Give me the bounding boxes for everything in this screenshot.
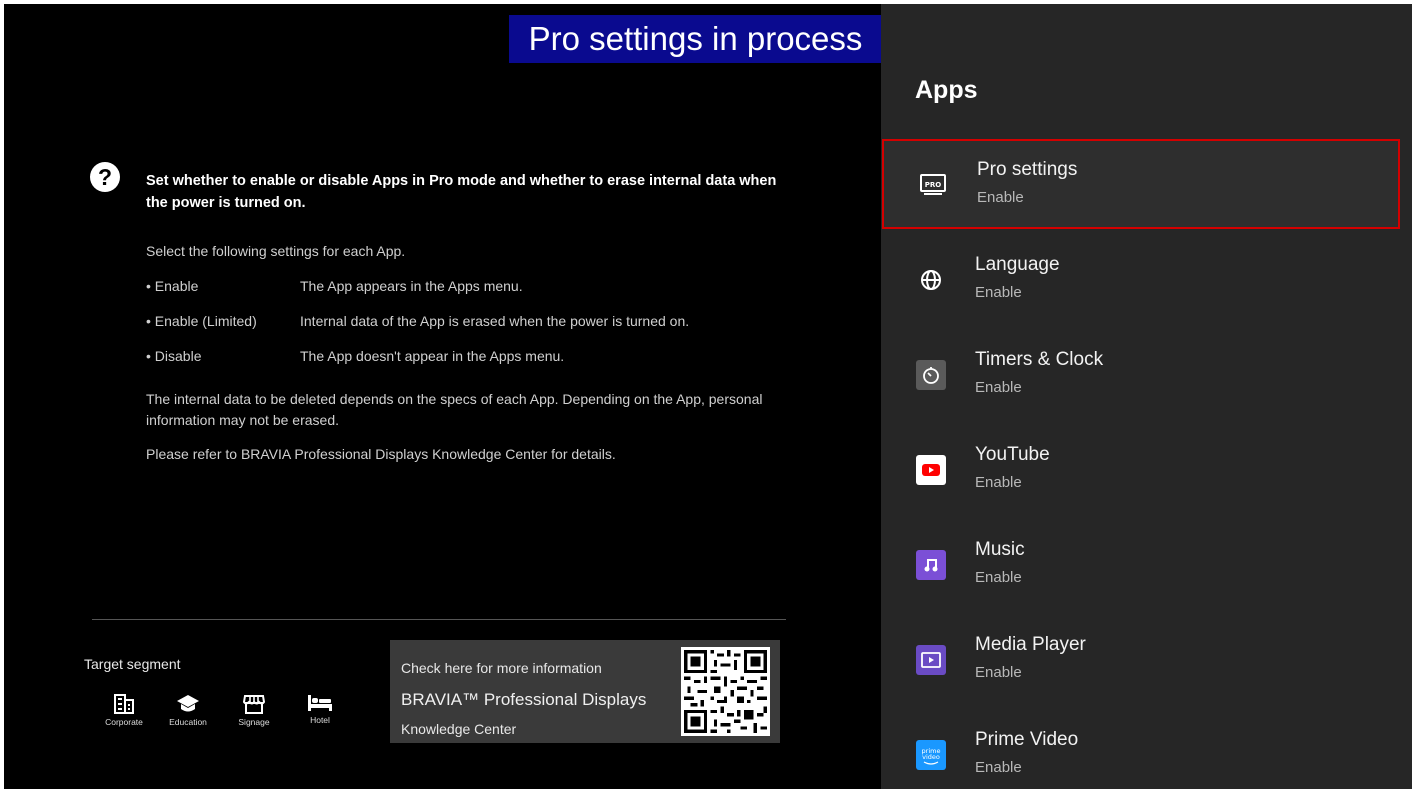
segment-hotel: Hotel (287, 694, 353, 725)
menu-item-name: Music (975, 539, 1025, 560)
info-subtitle: Knowledge Center (401, 721, 517, 737)
menu-item-name: YouTube (975, 444, 1050, 465)
menu-item-status: Enable (975, 284, 1022, 301)
option-row: • Enable (Limited) Internal data of the … (146, 313, 689, 329)
info-line: Check here for more information (401, 660, 602, 676)
menu-item-status: Enable (975, 474, 1022, 491)
qr-code-icon (681, 647, 770, 736)
media-player-icon (916, 645, 946, 675)
segment-label: Corporate (105, 717, 143, 727)
building-icon (114, 694, 134, 714)
menu-item-status: Enable (975, 664, 1022, 681)
option-key: • Disable (146, 348, 202, 364)
menu-item-status: Enable (975, 759, 1022, 776)
segment-label: Education (169, 717, 207, 727)
menu-item-status: Enable (977, 189, 1024, 206)
music-icon (916, 550, 946, 580)
option-desc: Internal data of the App is erased when … (300, 313, 690, 329)
question-icon: ? (90, 162, 120, 192)
segment-label: Hotel (310, 715, 330, 725)
menu-item-pro-settings[interactable]: PRO Pro settings Enable (882, 139, 1400, 229)
menu-item-name: Language (975, 254, 1060, 275)
info-title: BRAVIA™ Professional Displays (401, 690, 647, 709)
youtube-icon (916, 455, 946, 485)
help-note-data: The internal data to be deleted depends … (146, 391, 763, 428)
segment-corporate: Corporate (91, 694, 157, 727)
menu-item-language[interactable]: Language Enable (881, 234, 1412, 324)
option-row: • Enable The App appears in the Apps men… (146, 278, 523, 294)
menu-item-prime-video[interactable]: prime video Prime Video Enable (881, 709, 1412, 789)
globe-icon (916, 265, 946, 295)
status-banner: Pro settings in process (509, 15, 882, 63)
divider (92, 619, 786, 620)
pro-settings-icon: PRO (918, 170, 948, 200)
menu-item-status: Enable (975, 379, 1022, 396)
help-intro: Select the following settings for each A… (146, 243, 406, 259)
tv-screen: Pro settings in process ? Set whether to… (4, 4, 1412, 789)
menu-item-music[interactable]: Music Enable (881, 519, 1412, 609)
menu-item-name: Timers & Clock (975, 349, 1104, 370)
menu-item-name: Prime Video (975, 729, 1079, 750)
menu-item-status: Enable (975, 569, 1022, 586)
option-desc: The App doesn't appear in the Apps menu. (300, 348, 565, 364)
menu-item-youtube[interactable]: YouTube Enable (881, 424, 1412, 514)
target-segment-label: Target segment (84, 656, 181, 672)
segment-education: Education (155, 694, 221, 727)
menu-item-media-player[interactable]: Media Player Enable (881, 614, 1412, 704)
segment-signage: Signage (221, 694, 287, 727)
bed-icon (308, 695, 332, 711)
help-note-reference: Please refer to BRAVIA Professional Disp… (146, 446, 616, 462)
menu-item-name: Pro settings (977, 159, 1078, 180)
segment-label: Signage (238, 717, 270, 727)
menu-item-timers-clock[interactable]: Timers & Clock Enable (881, 329, 1412, 419)
panel-title: Apps (915, 76, 978, 104)
knowledge-center-box[interactable]: Check here for more information BRAVIA™ … (390, 640, 780, 743)
prime-video-icon: prime video (916, 740, 946, 770)
menu-item-name: Media Player (975, 634, 1086, 655)
option-desc: The App appears in the Apps menu. (300, 278, 523, 294)
storefront-icon (243, 695, 265, 714)
help-title: Set whether to enable or disable Apps in… (146, 173, 777, 211)
option-key: • Enable (Limited) (146, 313, 257, 329)
option-key: • Enable (146, 278, 199, 294)
graduation-cap-icon (177, 695, 199, 712)
option-row: • Disable The App doesn't appear in the … (146, 348, 564, 364)
svg-text:video: video (922, 753, 940, 761)
timer-icon (916, 360, 946, 390)
apps-panel: Apps PRO Pro settings Enable Language En… (881, 4, 1412, 789)
svg-text:PRO: PRO (925, 181, 942, 189)
